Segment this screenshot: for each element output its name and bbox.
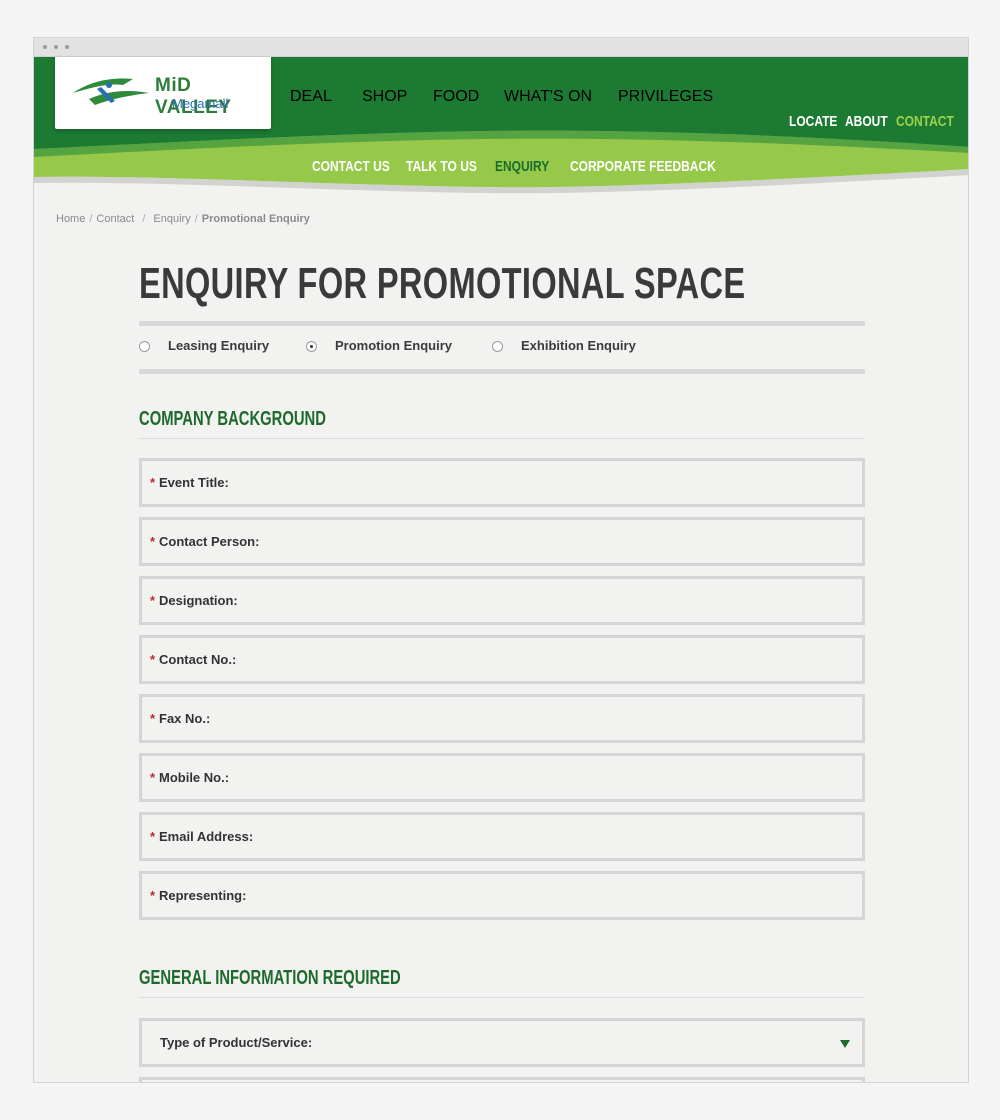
window-dot-icon (43, 45, 47, 49)
enquiry-type-group: Leasing Enquiry Promotion Enquiry Exhibi… (139, 338, 865, 358)
divider (139, 369, 865, 374)
required-marker: * (150, 475, 156, 490)
breadcrumb-separator: / (142, 213, 146, 225)
subnav-talk-to-us[interactable]: TALK TO US (406, 158, 477, 175)
required-marker: * (150, 770, 156, 785)
subnav-corporate-feedback[interactable]: CORPORATE FEEDBACK (570, 158, 716, 175)
breadcrumb-contact[interactable]: Contact (96, 213, 134, 225)
required-marker: * (150, 593, 156, 608)
breadcrumb-home[interactable]: Home (56, 213, 85, 225)
nav-food[interactable]: FOOD (433, 88, 479, 106)
radio-selected-dot (310, 345, 313, 348)
nav-locate[interactable]: LOCATE (789, 113, 837, 130)
email-address-field[interactable]: * Email Address: (139, 812, 865, 861)
mid-valley-logo-icon (73, 78, 149, 105)
field-label: Email Address: (159, 829, 254, 844)
window-dot-icon (65, 45, 69, 49)
breadcrumb-current: Promotional Enquiry (201, 213, 310, 225)
divider (139, 997, 865, 998)
contact-person-field[interactable]: * Contact Person: (139, 517, 865, 566)
radio-promotion-enquiry[interactable] (306, 341, 317, 352)
mobile-no-field[interactable]: * Mobile No.: (139, 753, 865, 802)
browser-window: MiD VALLEY Megamall DEAL SHOP FOOD WHAT'… (33, 37, 969, 1083)
page-title: ENQUIRY FOR PROMOTIONAL SPACE (139, 259, 746, 308)
nav-deal[interactable]: DEAL (290, 88, 332, 106)
logo[interactable]: MiD VALLEY Megamall (55, 57, 271, 129)
radio-label-leasing[interactable]: Leasing Enquiry (168, 338, 269, 353)
site-header: MiD VALLEY Megamall DEAL SHOP FOOD WHAT'… (34, 57, 968, 197)
representing-field[interactable]: * Representing: (139, 871, 865, 920)
radio-label-promotion[interactable]: Promotion Enquiry (335, 338, 452, 353)
contact-no-field[interactable]: * Contact No.: (139, 635, 865, 684)
field-label: Contact Person: (159, 534, 260, 549)
next-field[interactable] (139, 1077, 865, 1082)
fax-no-field[interactable]: * Fax No.: (139, 694, 865, 743)
field-label: Contact No.: (159, 652, 237, 667)
breadcrumb-enquiry[interactable]: Enquiry (153, 213, 190, 225)
event-title-field[interactable]: * Event Title: (139, 458, 865, 507)
field-label: Representing: (159, 888, 247, 903)
field-label: Designation: (159, 593, 238, 608)
caret-down-icon[interactable] (840, 1040, 850, 1048)
required-marker: * (150, 888, 156, 903)
nav-privileges[interactable]: PRIVILEGES (618, 88, 713, 106)
nav-about[interactable]: ABOUT (845, 113, 888, 130)
radio-label-exhibition[interactable]: Exhibition Enquiry (521, 338, 636, 353)
window-chrome (34, 38, 968, 57)
nav-shop[interactable]: SHOP (362, 88, 407, 106)
required-marker: * (150, 534, 156, 549)
required-marker: * (150, 829, 156, 844)
nav-contact[interactable]: CONTACT (896, 113, 954, 130)
radio-leasing-enquiry[interactable] (139, 341, 150, 352)
required-marker: * (150, 652, 156, 667)
breadcrumb-separator: / (89, 213, 93, 225)
breadcrumb-separator: / (194, 213, 198, 225)
divider (139, 438, 865, 439)
required-marker: * (150, 711, 156, 726)
divider (139, 321, 865, 326)
section-title-company-background: COMPANY BACKGROUND (139, 408, 326, 430)
designation-field[interactable]: * Designation: (139, 576, 865, 625)
select-label: Type of Product/Service: (160, 1035, 313, 1050)
subnav-enquiry[interactable]: ENQUIRY (495, 158, 549, 175)
section-title-general-information: GENERAL INFORMATION REQUIRED (139, 967, 401, 989)
logo-subtitle: Megamall (172, 96, 229, 111)
window-dot-icon (54, 45, 58, 49)
radio-exhibition-enquiry[interactable] (492, 341, 503, 352)
product-service-select[interactable]: Type of Product/Service: (139, 1018, 865, 1067)
field-label: Event Title: (159, 475, 229, 490)
breadcrumb: Home / Contact / Enquiry / Promotional Enquiry (56, 213, 310, 225)
field-label: Fax No.: (159, 711, 211, 726)
nav-whats-on[interactable]: WHAT'S ON (504, 88, 592, 106)
subnav-contact-us[interactable]: CONTACT US (312, 158, 390, 175)
field-label: Mobile No.: (159, 770, 230, 785)
